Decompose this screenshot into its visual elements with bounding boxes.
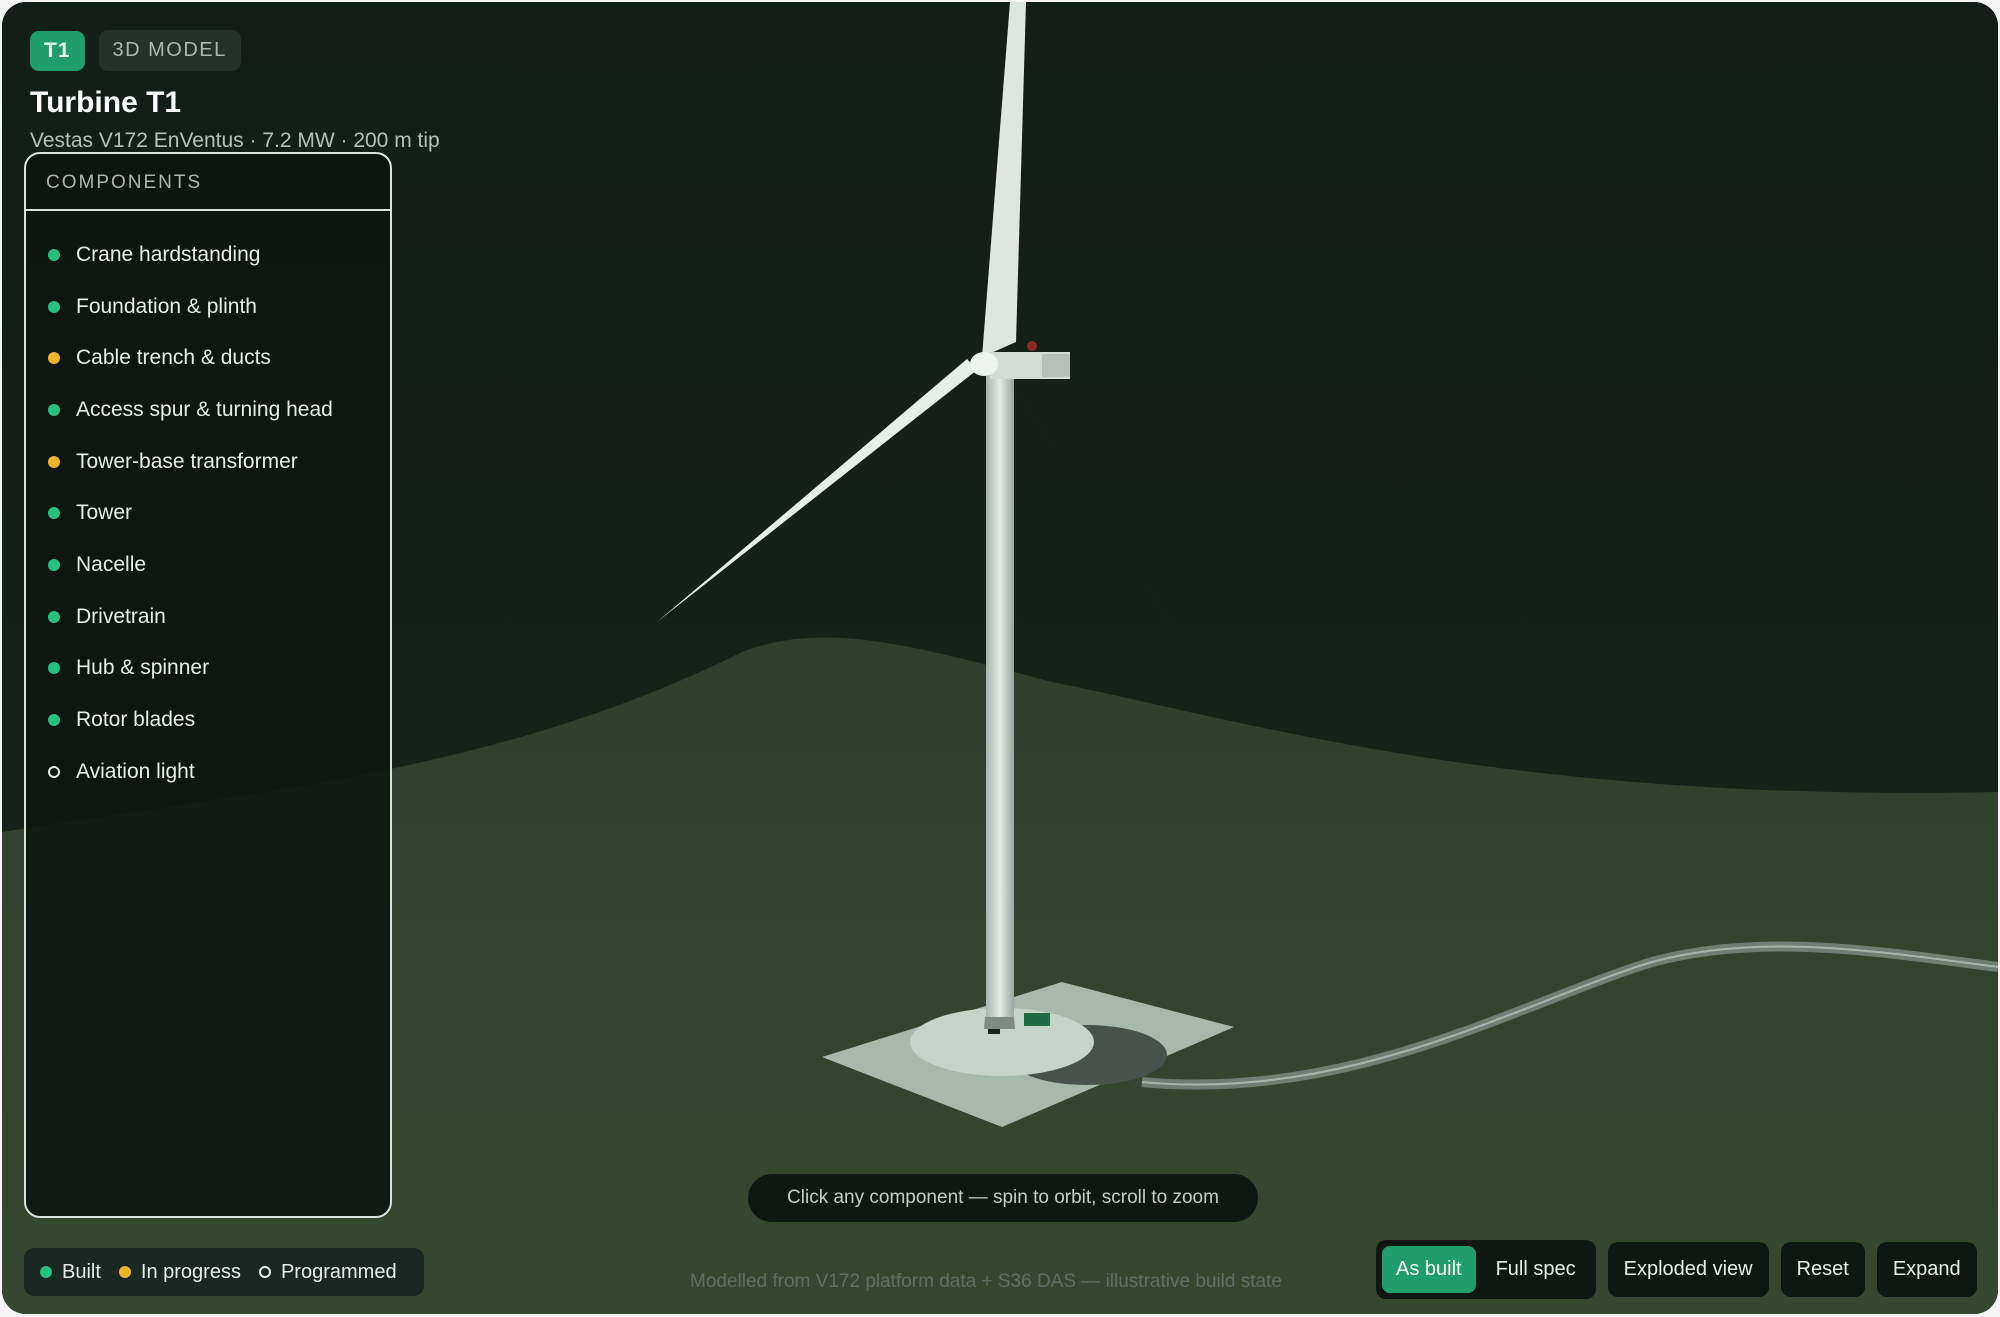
component-label: Rotor blades	[76, 708, 196, 732]
expand-button[interactable]: Expand	[1876, 1242, 1977, 1297]
programmed-status-icon	[258, 1266, 271, 1278]
reset-button[interactable]: Reset	[1780, 1242, 1865, 1297]
component-item[interactable]: Access spur & turning head	[26, 384, 390, 436]
component-label: Crane hardstanding	[76, 242, 261, 266]
viewer-controls: As built Full spec Exploded view Reset E…	[1376, 1240, 1977, 1299]
component-item[interactable]: Foundation & plinth	[26, 281, 390, 333]
turbine-spec-subtitle: Vestas V172 EnVentus · 7.2 MW · 200 m ti…	[30, 129, 440, 152]
legend-programmed: Programmed	[258, 1260, 397, 1284]
status-dot-icon	[48, 352, 60, 365]
component-label: Nacelle	[76, 552, 147, 576]
component-item[interactable]: Cable trench & ducts	[26, 332, 390, 384]
status-dot-icon	[48, 662, 60, 675]
component-label: Tower	[76, 501, 133, 525]
legend-programmed-label: Programmed	[280, 1260, 397, 1283]
legend-built: Built	[40, 1261, 101, 1284]
in-progress-status-icon	[118, 1266, 131, 1278]
component-item[interactable]: Tower	[26, 487, 390, 539]
header-badges: T1 3D MODEL	[30, 30, 241, 71]
hub-spinner[interactable]	[970, 352, 998, 376]
model-source-footnote: Modelled from V172 platform data + S36 D…	[690, 1271, 1282, 1292]
status-dot-icon	[48, 248, 60, 261]
tower[interactable]	[986, 364, 1014, 1029]
status-dot-icon	[48, 714, 60, 727]
interaction-hint: Click any component — spin to orbit, scr…	[748, 1174, 1258, 1222]
component-label: Cable trench & ducts	[76, 346, 271, 370]
build-state-toggle: As built Full spec	[1376, 1240, 1596, 1299]
status-dot-icon	[48, 403, 60, 416]
full-spec-button[interactable]: Full spec	[1482, 1246, 1590, 1293]
status-dot-icon	[48, 610, 60, 623]
legend-in-progress-label: In progress	[140, 1260, 241, 1283]
as-built-button[interactable]: As built	[1382, 1246, 1476, 1293]
legend-in-progress: In progress	[118, 1260, 241, 1284]
model-viewer: T1 3D MODEL Turbine T1 Vestas V172 EnVen…	[2, 2, 1998, 1314]
component-item[interactable]: Drivetrain	[26, 591, 390, 643]
exploded-view-button[interactable]: Exploded view	[1607, 1242, 1769, 1297]
component-item[interactable]: Tower-base transformer	[26, 436, 390, 488]
built-status-icon	[40, 1266, 52, 1278]
component-label: Drivetrain	[76, 604, 166, 628]
status-dot-icon	[48, 765, 60, 778]
status-dot-icon	[48, 507, 60, 520]
component-item[interactable]: Rotor blades	[26, 694, 390, 746]
component-label: Access spur & turning head	[76, 397, 333, 421]
turbine-id-badge: T1	[30, 30, 85, 71]
component-item[interactable]: Nacelle	[26, 539, 390, 591]
status-legend: Built In progress Programmed	[24, 1248, 424, 1296]
components-heading: COMPONENTS	[26, 154, 390, 211]
component-item[interactable]: Crane hardstanding	[26, 229, 390, 281]
component-item[interactable]: Aviation light	[26, 746, 390, 798]
legend-built-label: Built	[62, 1260, 101, 1283]
status-dot-icon	[48, 455, 60, 468]
status-dot-icon	[48, 300, 60, 313]
status-dot-icon	[48, 558, 60, 571]
components-list: Crane hardstanding Foundation & plinth Cab…	[26, 211, 390, 798]
component-label: Aviation light	[76, 759, 195, 783]
aviation-light[interactable]	[1027, 341, 1037, 351]
view-type-badge: 3D MODEL	[98, 30, 241, 71]
component-label: Tower-base transformer	[76, 449, 298, 473]
component-label: Hub & spinner	[76, 656, 210, 680]
components-panel: COMPONENTS Crane hardstanding Foundation …	[24, 152, 392, 1218]
component-item[interactable]: Hub & spinner	[26, 643, 390, 695]
tower-base-transformer[interactable]	[1024, 1013, 1050, 1026]
component-label: Foundation & plinth	[76, 294, 257, 318]
page-title: Turbine T1	[30, 86, 182, 119]
